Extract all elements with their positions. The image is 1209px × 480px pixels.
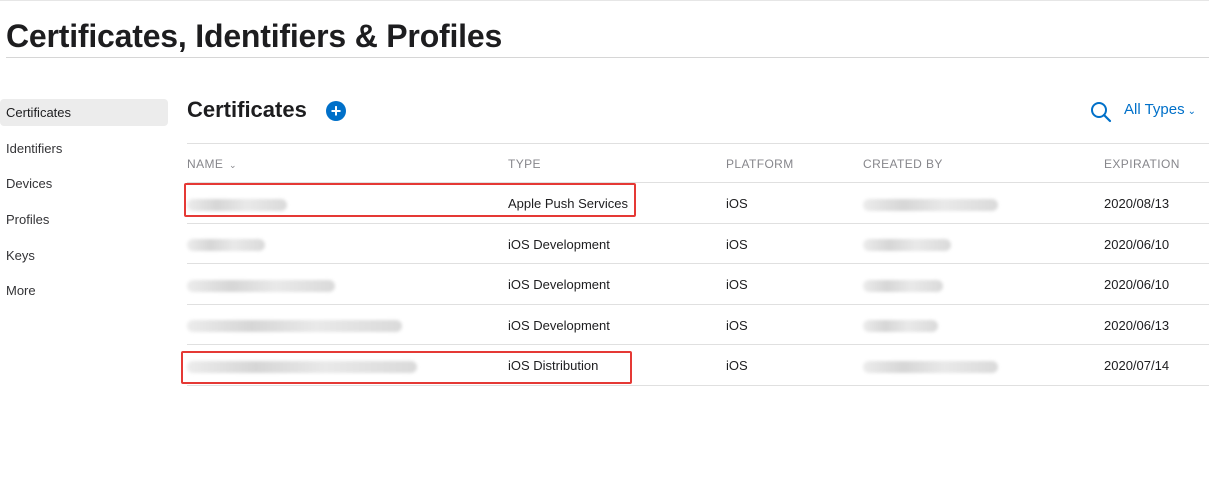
cert-expiration: 2020/07/14 bbox=[1104, 358, 1170, 374]
column-header-expiration: EXPIRATION bbox=[1104, 157, 1180, 171]
cert-name-redacted bbox=[187, 196, 287, 211]
cert-type: iOS Development bbox=[508, 277, 610, 293]
top-border bbox=[0, 0, 1209, 1]
cert-created-by-redacted bbox=[863, 358, 998, 373]
add-certificate-button[interactable]: + bbox=[326, 101, 346, 121]
column-header-created-by: CREATED BY bbox=[863, 157, 943, 171]
cert-expiration: 2020/06/10 bbox=[1104, 277, 1170, 293]
cert-created-by-redacted bbox=[863, 196, 998, 211]
column-header-type: TYPE bbox=[508, 157, 541, 171]
cert-platform: iOS bbox=[726, 317, 748, 333]
cert-expiration: 2020/06/13 bbox=[1104, 317, 1170, 333]
section-title: Certificates bbox=[187, 97, 307, 122]
chevron-down-icon: ⌄ bbox=[1187, 106, 1196, 117]
table-row[interactable]: iOS Development iOS 2020/06/13 bbox=[187, 305, 1209, 346]
page-title: Certificates, Identifiers & Profiles bbox=[6, 18, 503, 54]
cert-type: iOS Development bbox=[508, 317, 610, 333]
cert-platform: iOS bbox=[726, 236, 748, 252]
table-header: NAME ⌄ TYPE PLATFORM CREATED BY EXPIRATI… bbox=[187, 143, 1209, 183]
cert-type: Apple Push Services bbox=[508, 196, 628, 211]
column-header-name[interactable]: NAME ⌄ bbox=[187, 157, 237, 171]
cert-type: iOS Development bbox=[508, 236, 610, 252]
search-button[interactable] bbox=[1090, 101, 1112, 123]
sidebar-item-certificates[interactable]: Certificates bbox=[0, 99, 168, 126]
cert-expiration: 2020/08/13 bbox=[1104, 196, 1170, 211]
cert-name-redacted bbox=[187, 277, 335, 292]
title-divider bbox=[6, 57, 1209, 58]
table-row[interactable]: iOS Development iOS 2020/06/10 bbox=[187, 224, 1209, 265]
sidebar-item-devices[interactable]: Devices bbox=[0, 170, 168, 197]
cert-platform: iOS bbox=[726, 196, 748, 211]
column-header-platform: PLATFORM bbox=[726, 157, 794, 171]
sidebar-item-more[interactable]: More bbox=[0, 277, 168, 304]
cert-platform: iOS bbox=[726, 358, 748, 374]
cert-expiration: 2020/06/10 bbox=[1104, 236, 1170, 252]
search-icon bbox=[1091, 102, 1112, 123]
cert-type: iOS Distribution bbox=[508, 358, 599, 374]
sidebar-item-profiles[interactable]: Profiles bbox=[0, 206, 168, 233]
sidebar-item-keys[interactable]: Keys bbox=[0, 242, 168, 269]
cert-name-redacted bbox=[187, 358, 417, 373]
cert-created-by-redacted bbox=[863, 237, 951, 252]
cert-platform: iOS bbox=[726, 277, 748, 293]
cert-name-redacted bbox=[187, 318, 402, 333]
type-filter-dropdown[interactable]: All Types ⌄ bbox=[1124, 101, 1196, 118]
sort-chevron-icon: ⌄ bbox=[229, 160, 237, 170]
table-row[interactable]: iOS Distribution iOS 2020/07/14 bbox=[187, 345, 1209, 386]
sidebar: Certificates Identifiers Devices Profile… bbox=[0, 99, 168, 313]
table-row[interactable]: Apple Push Services iOS 2020/08/13 bbox=[187, 183, 1209, 224]
plus-circle-icon: + bbox=[330, 101, 342, 121]
cert-created-by-redacted bbox=[863, 318, 938, 333]
cert-name-redacted bbox=[187, 237, 265, 252]
type-filter-label: All Types bbox=[1124, 101, 1185, 118]
sidebar-item-identifiers[interactable]: Identifiers bbox=[0, 135, 168, 162]
table-row[interactable]: iOS Development iOS 2020/06/10 bbox=[187, 264, 1209, 305]
certificates-table: NAME ⌄ TYPE PLATFORM CREATED BY EXPIRATI… bbox=[187, 143, 1209, 386]
cert-created-by-redacted bbox=[863, 277, 943, 292]
